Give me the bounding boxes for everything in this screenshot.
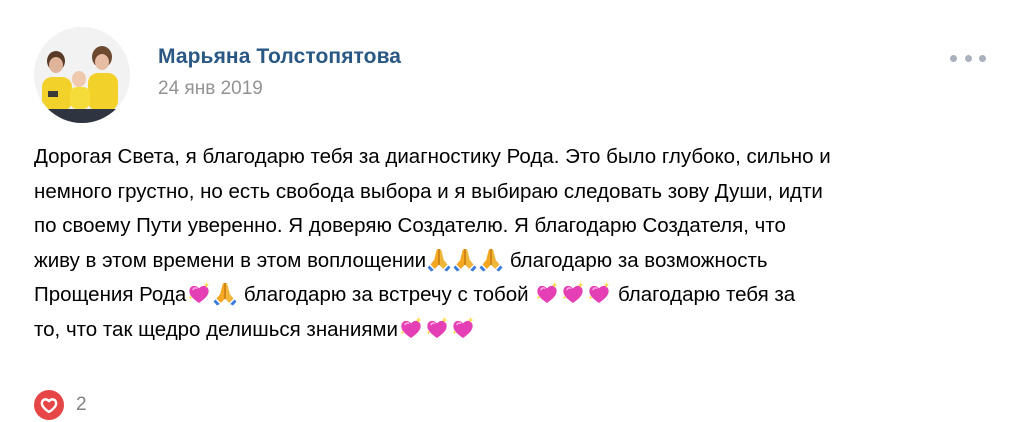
post-text-segment: Прощения Рода	[34, 283, 187, 306]
post-text-segment: по своему Пути уверенно. Я доверяю Созда…	[34, 214, 786, 237]
post-text-line: Прощения Рода благодарю за встречу с тоб…	[34, 278, 994, 313]
post-text-segment: благодарю за возможность	[504, 248, 768, 272]
sparkling-heart-emoji	[186, 280, 212, 306]
post-text-segment: благодарю за встречу с тобой	[238, 283, 535, 306]
like-count: 2	[76, 394, 87, 415]
post-date[interactable]: 24 янв 2019	[158, 78, 263, 100]
sparkling-heart-emoji	[560, 280, 586, 306]
folded-hands-emoji	[212, 280, 238, 306]
more-dots-icon[interactable]	[950, 48, 986, 68]
post-text-line: то, что так щедро делишься знаниями	[34, 313, 994, 348]
sparkling-heart-emoji	[450, 315, 476, 341]
heart-icon	[34, 390, 64, 420]
post-text-line: живу в этом времени в этом воплощении бл…	[34, 244, 994, 279]
post-text-line: по своему Пути уверенно. Я доверяю Созда…	[34, 209, 994, 244]
avatar[interactable]	[34, 27, 130, 123]
post-text-segment: благодарю тебя за	[612, 283, 796, 306]
post-text: Дорогая Света, я благодарю тебя за диагн…	[34, 140, 994, 347]
sparkling-heart-emoji	[534, 280, 560, 306]
post-text-segment: живу в этом времени в этом воплощении	[34, 248, 427, 272]
post-text-segment: то, что так щедро делишься знаниями	[34, 317, 398, 341]
author-name[interactable]: Марьяна Толстопятова	[158, 45, 401, 69]
post-text-line: немного грустно, но есть свобода выбора …	[34, 175, 994, 210]
post-text-line: Дорогая Света, я благодарю тебя за диагн…	[34, 140, 994, 175]
folded-hands-emoji	[478, 246, 504, 272]
post-text-segment: Дорогая Света, я благодарю тебя за диагн…	[34, 145, 831, 168]
sparkling-heart-emoji	[586, 280, 612, 306]
post-text-segment: немного грустно, но есть свобода выбора …	[34, 179, 823, 203]
sparkling-heart-emoji	[424, 315, 450, 341]
dot	[979, 54, 986, 62]
folded-hands-emoji	[426, 246, 452, 272]
wall-post: Марьяна Толстопятова 24 янв 2019 Дорогая…	[0, 0, 1017, 422]
folded-hands-emoji	[452, 246, 478, 272]
dot	[950, 54, 957, 62]
like-button[interactable]: 2	[34, 390, 87, 420]
sparkling-heart-emoji	[398, 315, 424, 341]
dot	[964, 54, 972, 62]
